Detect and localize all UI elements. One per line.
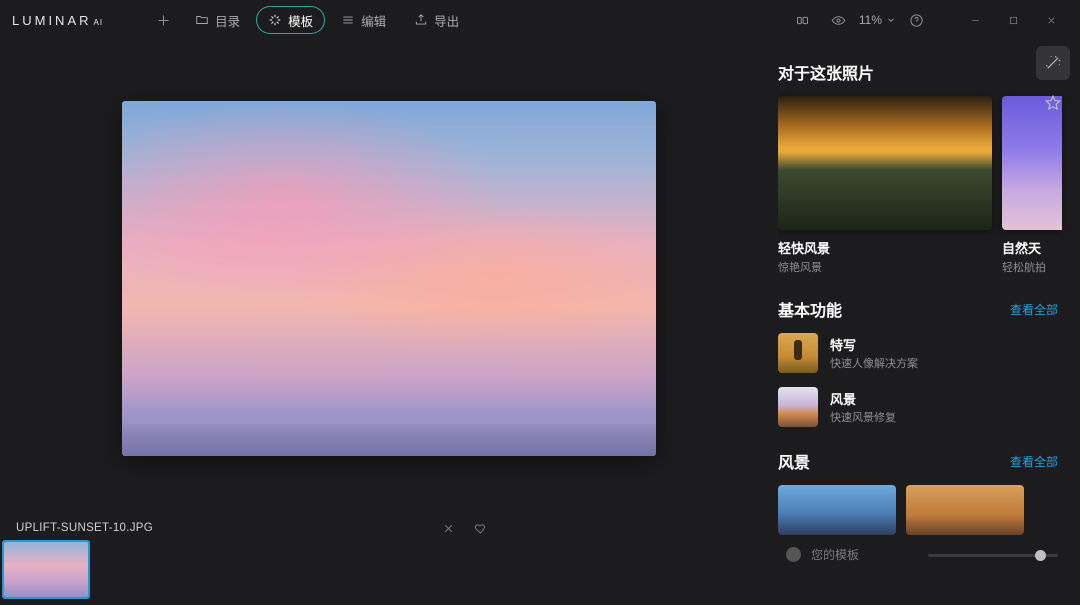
list-title: 特写: [830, 335, 918, 354]
window-minimize[interactable]: [958, 6, 992, 34]
app-logo: LUMINAR AI: [12, 13, 103, 28]
app-header: LUMINAR AI 目录 模板 编辑 导出 11%: [0, 0, 1080, 40]
nav-templates-label: 模板: [288, 11, 313, 30]
add-button[interactable]: [147, 6, 179, 34]
intensity-slider[interactable]: [928, 554, 1058, 557]
close-icon: [1046, 15, 1057, 26]
reject-button[interactable]: [440, 519, 458, 537]
list-thumb: [778, 387, 818, 427]
your-templates-label: 您的模板: [811, 546, 859, 563]
section-for-this-photo: 对于这张照片: [778, 60, 1080, 84]
sliders-icon: [341, 13, 355, 27]
star-button[interactable]: [1036, 86, 1070, 120]
file-name: UPLIFT-SUNSET-10.JPG: [16, 522, 153, 534]
help-button[interactable]: [900, 6, 932, 34]
card-subtitle: 惊艳风景: [778, 259, 992, 275]
wand-icon: [1044, 54, 1062, 72]
bottom-bar: 您的模板: [0, 540, 1080, 605]
zoom-dropdown[interactable]: 11%: [859, 13, 896, 27]
card-natural-sky[interactable]: 自然天 轻松航拍: [1002, 96, 1062, 275]
landscape-thumb-2[interactable]: [906, 485, 1024, 535]
file-info-row: UPLIFT-SUNSET-10.JPG: [0, 516, 778, 540]
nav-export-label: 导出: [434, 11, 459, 30]
export-icon: [414, 13, 428, 27]
card-quick-landscape[interactable]: 轻快风景 惊艳风景: [778, 96, 992, 275]
app-name-suffix: AI: [94, 18, 104, 27]
list-title: 风景: [830, 389, 896, 408]
folder-icon: [195, 13, 209, 27]
eye-icon: [831, 13, 846, 28]
list-subtitle: 快速风景修复: [830, 409, 896, 425]
list-subtitle: 快速人像解决方案: [830, 355, 918, 371]
landscape-strip: [778, 485, 1080, 535]
help-icon: [909, 13, 924, 28]
main-area: UPLIFT-SUNSET-10.JPG 对于这张照片 轻快风景 惊艳风景: [0, 40, 1080, 540]
section-basics-head: 基本功能 查看全部: [778, 297, 1080, 321]
section-basics-title: 基本功能: [778, 297, 842, 321]
x-icon: [442, 522, 455, 535]
nav-edit[interactable]: 编辑: [329, 6, 398, 34]
maximize-icon: [1008, 15, 1019, 26]
nav-edit-label: 编辑: [361, 11, 386, 30]
templates-panel: 对于这张照片 轻快风景 惊艳风景 自然天 轻松航拍 基本功能 查看全部: [778, 40, 1080, 540]
compare-button[interactable]: [787, 6, 819, 34]
your-templates[interactable]: 您的模板: [786, 546, 859, 563]
app-name: LUMINAR: [12, 13, 92, 28]
window-maximize[interactable]: [996, 6, 1030, 34]
nav-catalog-label: 目录: [215, 11, 240, 30]
nav-catalog[interactable]: 目录: [183, 6, 252, 34]
nav-templates[interactable]: 模板: [256, 6, 325, 34]
templates-dot-icon: [786, 547, 801, 562]
basics-see-all[interactable]: 查看全部: [1010, 301, 1058, 318]
canvas-wrap: [0, 40, 778, 516]
bottom-panel: 您的模板: [778, 540, 1080, 563]
landscape-thumb-1[interactable]: [778, 485, 896, 535]
magic-button[interactable]: [1036, 46, 1070, 80]
basic-item-landscape[interactable]: 风景 快速风景修复: [778, 387, 1080, 427]
suggestion-cards: 轻快风景 惊艳风景 自然天 轻松航拍: [778, 96, 1080, 275]
minimize-icon: [970, 15, 981, 26]
list-thumb: [778, 333, 818, 373]
nav-export[interactable]: 导出: [402, 6, 471, 34]
window-close[interactable]: [1034, 6, 1068, 34]
section-landscape-head: 风景 查看全部: [778, 449, 1080, 473]
basic-item-portrait[interactable]: 特写 快速人像解决方案: [778, 333, 1080, 373]
compare-icon: [795, 13, 810, 28]
preview-button[interactable]: [823, 6, 855, 34]
panel-side-tools: [1036, 46, 1070, 120]
card-title: 轻快风景: [778, 238, 992, 257]
filmstrip-thumb-selected[interactable]: [4, 542, 88, 597]
card-thumb: [778, 96, 992, 230]
favorite-button[interactable]: [472, 519, 490, 537]
card-title: 自然天: [1002, 238, 1062, 257]
sparkle-icon: [268, 13, 282, 27]
section-landscape-title: 风景: [778, 449, 810, 473]
landscape-see-all[interactable]: 查看全部: [1010, 453, 1058, 470]
zoom-value: 11%: [859, 13, 882, 27]
chevron-down-icon: [886, 15, 896, 25]
card-subtitle: 轻松航拍: [1002, 259, 1062, 275]
panel-scroll: 对于这张照片 轻快风景 惊艳风景 自然天 轻松航拍 基本功能 查看全部: [778, 60, 1080, 535]
photo-preview[interactable]: [122, 101, 656, 456]
heart-icon: [474, 522, 487, 535]
filmstrip: [0, 540, 778, 599]
plus-icon: [156, 13, 171, 28]
star-icon: [1044, 94, 1062, 112]
canvas-column: UPLIFT-SUNSET-10.JPG: [0, 40, 778, 540]
